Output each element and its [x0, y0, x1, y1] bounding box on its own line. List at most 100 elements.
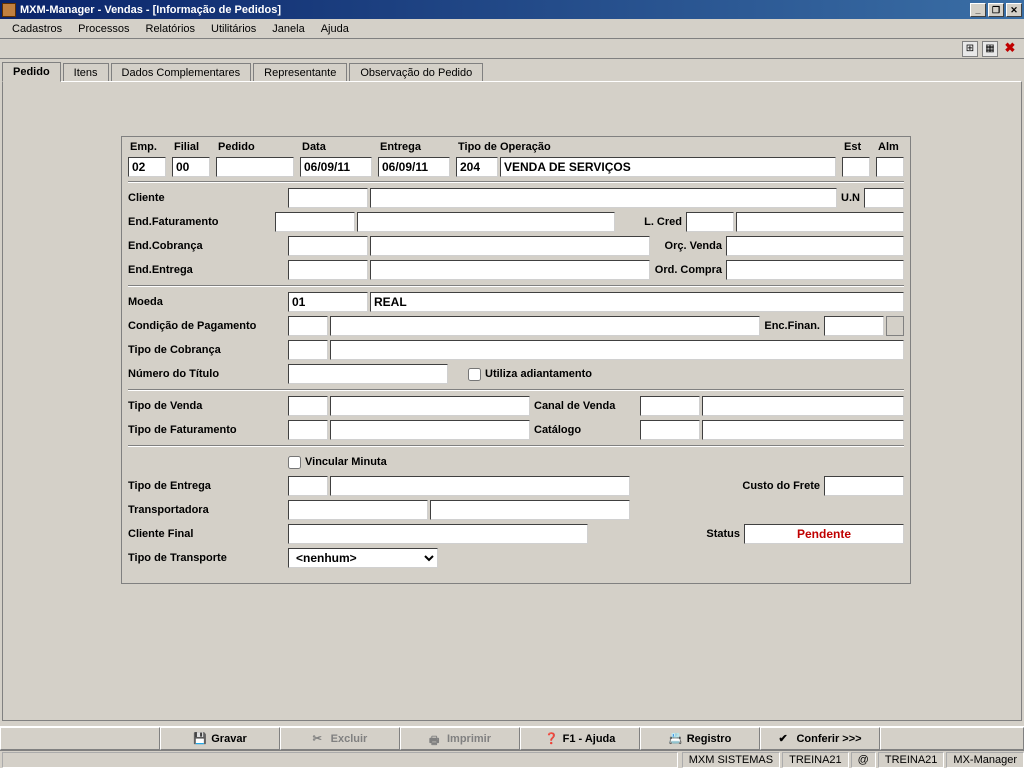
input-tipofat-code[interactable]: [288, 420, 328, 440]
lbl-vincular-minuta: Vincular Minuta: [305, 456, 387, 468]
tab-observacao[interactable]: Observação do Pedido: [349, 63, 483, 82]
tab-representante[interactable]: Representante: [253, 63, 347, 82]
hdr-tipo-op: Tipo de Operação: [456, 141, 836, 157]
input-endent-code[interactable]: [288, 260, 368, 280]
input-canal-code[interactable]: [640, 396, 700, 416]
input-moeda-desc[interactable]: [370, 292, 904, 312]
menu-cadastros[interactable]: Cadastros: [4, 21, 70, 37]
tab-panel: Emp. Filial Pedido Data Entrega Tipo de …: [2, 81, 1022, 721]
input-endfat-code[interactable]: [275, 212, 355, 232]
input-ord-compra[interactable]: [726, 260, 904, 280]
input-tipoentrega-desc[interactable]: [330, 476, 630, 496]
input-tipoentrega-code[interactable]: [288, 476, 328, 496]
input-enc-finan[interactable]: [824, 316, 884, 336]
menu-processos[interactable]: Processos: [70, 21, 137, 37]
window-title: MXM-Manager - Vendas - [Informação de Pe…: [20, 4, 281, 16]
menu-janela[interactable]: Janela: [264, 21, 312, 37]
input-filial[interactable]: [172, 157, 210, 177]
input-transp-code[interactable]: [288, 500, 428, 520]
input-alm[interactable]: [876, 157, 904, 177]
input-catalogo-desc[interactable]: [702, 420, 904, 440]
menu-utilitarios[interactable]: Utilitários: [203, 21, 264, 37]
lbl-tipo-transporte: Tipo de Transporte: [128, 552, 288, 564]
lbl-utiliza-adiant: Utiliza adiantamento: [485, 368, 592, 380]
input-custo-frete[interactable]: [824, 476, 904, 496]
lbl-moeda: Moeda: [128, 296, 288, 308]
input-tipocob-desc[interactable]: [330, 340, 904, 360]
btn-imprimir[interactable]: 🖶Imprimir: [400, 727, 520, 750]
tab-itens[interactable]: Itens: [63, 63, 109, 82]
input-catalogo-code[interactable]: [640, 420, 700, 440]
input-tipo-op-code[interactable]: [456, 157, 498, 177]
help-icon: ❓: [545, 732, 559, 746]
status-app: MX-Manager: [946, 752, 1024, 768]
calendar-icon[interactable]: ▦: [982, 41, 998, 57]
input-entrega[interactable]: [378, 157, 450, 177]
input-tipo-op-desc[interactable]: [500, 157, 836, 177]
input-tipovenda-code[interactable]: [288, 396, 328, 416]
input-orc-venda[interactable]: [726, 236, 904, 256]
hdr-pedido: Pedido: [216, 141, 294, 157]
input-endent-desc[interactable]: [370, 260, 650, 280]
hdr-entrega: Entrega: [378, 141, 450, 157]
lbl-orc-venda: Orç. Venda: [650, 240, 726, 252]
lbl-canal-venda: Canal de Venda: [530, 400, 640, 412]
select-tipo-transporte[interactable]: <nenhum>: [288, 548, 438, 568]
input-tipocob-code[interactable]: [288, 340, 328, 360]
input-lcred-2[interactable]: [736, 212, 904, 232]
input-condpag-code[interactable]: [288, 316, 328, 336]
input-endfat-desc[interactable]: [357, 212, 615, 232]
btn-gravar[interactable]: 💾Gravar: [160, 727, 280, 750]
input-emp[interactable]: [128, 157, 166, 177]
check-icon: ✔: [778, 732, 792, 746]
status-company: MXM SISTEMAS: [682, 752, 780, 768]
lbl-tipo-venda: Tipo de Venda: [128, 400, 288, 412]
btn-conferir[interactable]: ✔Conferir >>>: [760, 727, 880, 750]
input-cliente-code[interactable]: [288, 188, 368, 208]
status-bar: MXM SISTEMAS TREINA21 @ TREINA21 MX-Mana…: [0, 750, 1024, 768]
input-pedido[interactable]: [216, 157, 294, 177]
input-cliente-final[interactable]: [288, 524, 588, 544]
lbl-tipo-fat: Tipo de Faturamento: [128, 424, 288, 436]
input-lcred-1[interactable]: [686, 212, 734, 232]
tab-dados-complementares[interactable]: Dados Complementares: [111, 63, 252, 82]
input-un[interactable]: [864, 188, 904, 208]
hdr-alm: Alm: [876, 141, 904, 157]
lbl-lcred: L. Cred: [615, 216, 686, 228]
input-endcob-desc[interactable]: [370, 236, 650, 256]
input-tipofat-desc[interactable]: [330, 420, 530, 440]
status-at: @: [851, 752, 876, 768]
maximize-button[interactable]: ❐: [988, 3, 1004, 17]
print-icon: 🖶: [429, 732, 443, 746]
form-pedido: Emp. Filial Pedido Data Entrega Tipo de …: [121, 136, 911, 584]
tab-pedido[interactable]: Pedido: [2, 62, 61, 82]
close-module-icon[interactable]: ✖: [1002, 41, 1018, 57]
hdr-filial: Filial: [172, 141, 210, 157]
status-user2: TREINA21: [878, 752, 945, 768]
tab-strip: Pedido Itens Dados Complementares Repres…: [0, 59, 1024, 81]
input-data[interactable]: [300, 157, 372, 177]
minimize-button[interactable]: _: [970, 3, 986, 17]
lbl-end-fat: End.Faturamento: [128, 216, 275, 228]
input-est[interactable]: [842, 157, 870, 177]
btn-excluir[interactable]: ✂Excluir: [280, 727, 400, 750]
input-moeda-code[interactable]: [288, 292, 368, 312]
input-canal-desc[interactable]: [702, 396, 904, 416]
lbl-enc-finan: Enc.Finan.: [760, 320, 824, 332]
enc-finan-button[interactable]: [886, 316, 904, 336]
menu-relatorios[interactable]: Relatórios: [138, 21, 204, 37]
lbl-cond-pag: Condição de Pagamento: [128, 320, 288, 332]
input-tipovenda-desc[interactable]: [330, 396, 530, 416]
chk-utiliza-adiant[interactable]: [468, 368, 481, 381]
menu-ajuda[interactable]: Ajuda: [313, 21, 357, 37]
chk-vincular-minuta[interactable]: [288, 456, 301, 469]
btn-ajuda[interactable]: ❓F1 - Ajuda: [520, 727, 640, 750]
input-condpag-desc[interactable]: [330, 316, 760, 336]
btn-registro[interactable]: 📇Registro: [640, 727, 760, 750]
input-cliente-desc[interactable]: [370, 188, 837, 208]
input-num-titulo[interactable]: [288, 364, 448, 384]
close-button[interactable]: ✕: [1006, 3, 1022, 17]
calculator-icon[interactable]: ⊞: [962, 41, 978, 57]
input-transp-desc[interactable]: [430, 500, 630, 520]
input-endcob-code[interactable]: [288, 236, 368, 256]
